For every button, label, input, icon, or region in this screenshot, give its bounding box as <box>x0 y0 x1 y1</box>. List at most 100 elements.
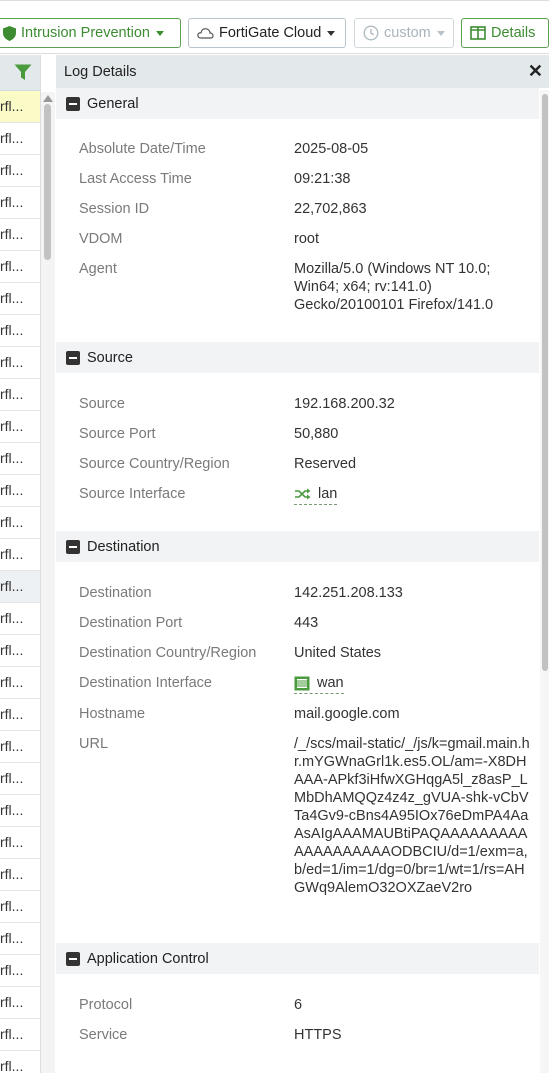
section-application-control-header[interactable]: Application Control <box>56 943 539 974</box>
detail-value: 443 <box>294 615 319 631</box>
log-details-panel: Log Details ✕ General Absolute Date/Time… <box>56 55 549 1073</box>
list-item[interactable]: rfl... <box>0 891 40 923</box>
list-item[interactable]: rfl... <box>0 91 40 123</box>
detail-key: Source Interface <box>79 486 186 502</box>
interface-lan-link[interactable]: lan <box>294 485 338 505</box>
detail-key: Destination Port <box>79 615 183 631</box>
detail-key: Last Access Time <box>79 171 192 187</box>
list-item[interactable]: rfl... <box>0 475 40 507</box>
filter-icon[interactable] <box>14 64 32 86</box>
list-scrollbar[interactable] <box>41 92 55 1073</box>
list-item[interactable]: rfl... <box>0 699 40 731</box>
collapse-icon[interactable] <box>66 539 80 554</box>
section-title: General <box>87 95 139 112</box>
list-item[interactable]: rfl... <box>0 283 40 315</box>
section-title: Destination <box>87 538 160 555</box>
detail-key: Absolute Date/Time <box>79 141 206 157</box>
list-item[interactable]: rfl... <box>0 571 40 603</box>
collapse-icon[interactable] <box>66 951 80 966</box>
detail-key: Agent <box>79 261 117 277</box>
detail-value: 22,702,863 <box>294 201 367 217</box>
detail-value: 09:21:38 <box>294 171 351 187</box>
list-item[interactable]: rfl... <box>0 635 40 667</box>
detail-value: wan <box>294 674 534 696</box>
list-item[interactable]: rfl... <box>0 187 40 219</box>
detail-key: URL <box>79 736 109 752</box>
list-item[interactable]: rfl... <box>0 1019 40 1051</box>
time-range-dropdown[interactable]: custom <box>354 18 454 48</box>
section-destination-header[interactable]: Destination <box>56 531 539 562</box>
panel-scrollbar[interactable] <box>540 90 549 1073</box>
detail-value: United States <box>294 645 382 661</box>
detail-key: Destination <box>79 585 152 601</box>
list-item[interactable]: rfl... <box>0 987 40 1019</box>
list-item[interactable]: rfl... <box>0 859 40 891</box>
detail-value: 192.168.200.32 <box>294 396 395 412</box>
shuffle-icon <box>294 488 311 500</box>
list-item[interactable]: rfl... <box>0 1051 40 1073</box>
detail-key: Hostname <box>79 706 146 722</box>
detail-value: root <box>294 231 319 247</box>
chevron-down-icon <box>155 30 164 36</box>
interface-name: wan <box>317 675 344 691</box>
toolbar: Intrusion Prevention FortiGate Cloud cus… <box>0 0 549 54</box>
list-item[interactable]: rfl... <box>0 123 40 155</box>
detail-key: VDOM <box>79 231 123 247</box>
list-item[interactable]: rfl... <box>0 955 40 987</box>
cloud-icon <box>197 27 214 39</box>
detail-value: 50,880 <box>294 426 339 442</box>
list-item[interactable]: rfl... <box>0 411 40 443</box>
list-item[interactable]: rfl... <box>0 827 40 859</box>
list-item[interactable]: rfl... <box>0 795 40 827</box>
chevron-down-icon <box>327 30 336 36</box>
list-item[interactable]: rfl... <box>0 315 40 347</box>
section-general-header[interactable]: General <box>56 88 539 119</box>
collapse-icon[interactable] <box>66 96 80 111</box>
detail-value: Reserved <box>294 456 357 472</box>
detail-key: Source Country/Region <box>79 456 230 472</box>
list-item[interactable]: rfl... <box>0 379 40 411</box>
detail-key: Service <box>79 1027 128 1043</box>
detail-value: HTTPS <box>294 1027 342 1043</box>
list-item[interactable]: rfl... <box>0 219 40 251</box>
ips-label: Intrusion Prevention <box>21 25 150 41</box>
collapse-icon[interactable] <box>66 350 80 365</box>
list-item[interactable]: rfl... <box>0 731 40 763</box>
fortigate-cloud-dropdown[interactable]: FortiGate Cloud <box>188 18 346 48</box>
section-source-header[interactable]: Source <box>56 342 539 373</box>
section-title: Source <box>87 349 133 366</box>
interface-wan-link[interactable]: wan <box>294 674 344 694</box>
network-port-icon <box>294 676 310 691</box>
list-header <box>0 55 40 91</box>
list-item[interactable]: rfl... <box>0 251 40 283</box>
cloud-label: FortiGate Cloud <box>219 25 322 41</box>
details-label: Details <box>491 25 536 41</box>
intrusion-prevention-dropdown[interactable]: Intrusion Prevention <box>0 18 181 48</box>
detail-key: Destination Country/Region <box>79 645 257 661</box>
list-item[interactable]: rfl... <box>0 507 40 539</box>
close-icon[interactable]: ✕ <box>528 61 543 82</box>
detail-value: mail.google.com <box>294 706 400 722</box>
list-item[interactable]: rfl... <box>0 539 40 571</box>
list-item[interactable]: rfl... <box>0 923 40 955</box>
detail-key: Source <box>79 396 125 412</box>
detail-key: Protocol <box>79 997 133 1013</box>
details-button[interactable]: Details <box>461 18 549 48</box>
list-item[interactable]: rfl... <box>0 443 40 475</box>
scroll-up-icon[interactable] <box>43 95 53 102</box>
scrollbar-thumb[interactable] <box>44 104 51 260</box>
list-item[interactable]: rfl... <box>0 603 40 635</box>
panel-header: Log Details ✕ <box>56 55 549 88</box>
detail-value: /_/scs/mail-static/_/js/k=gmail.main.hr.… <box>294 736 530 896</box>
detail-value: lan <box>294 485 534 505</box>
section-title: Application Control <box>87 950 209 967</box>
list-item[interactable]: rfl... <box>0 347 40 379</box>
list-item[interactable]: rfl... <box>0 763 40 795</box>
scrollbar-thumb[interactable] <box>542 94 548 671</box>
custom-label: custom <box>384 25 431 41</box>
chevron-down-icon <box>436 30 445 36</box>
log-list: rfl... rfl... rfl... rfl... rfl... rfl... rfl.… <box>0 55 41 1073</box>
list-item[interactable]: rfl... <box>0 155 40 187</box>
detail-value: Mozilla/5.0 (Windows NT 10.0; Win64; x64… <box>294 261 494 313</box>
list-item[interactable]: rfl... <box>0 667 40 699</box>
